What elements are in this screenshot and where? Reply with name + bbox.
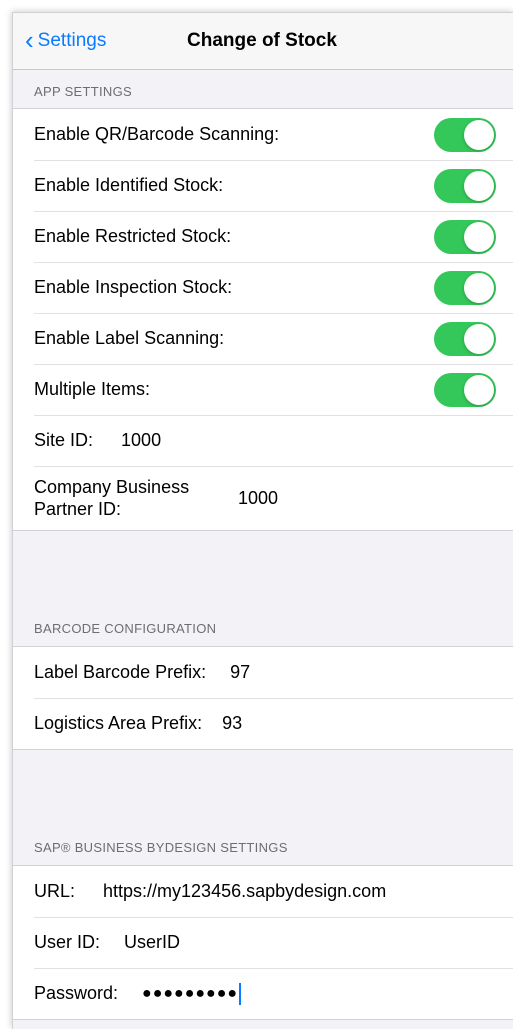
back-label: Settings — [37, 30, 107, 51]
url-field[interactable]: https://my123456.sapbydesign.com — [103, 881, 386, 902]
navigation-bar: ‹ Settings Change of Stock — [13, 13, 513, 70]
row-company-bp-id: Company Business Partner ID: 1000 — [13, 466, 513, 530]
app-settings-group: Enable QR/Barcode Scanning: Enable Ident… — [13, 108, 513, 531]
company-bp-label-line2: Partner ID: — [34, 499, 122, 519]
row-user-id: User ID: UserID — [13, 917, 513, 968]
row-enable-restricted-stock: Enable Restricted Stock: — [13, 211, 513, 262]
row-site-id: Site ID: 1000 — [13, 415, 513, 466]
toggle-label: Enable Identified Stock: — [34, 175, 224, 195]
row-enable-qr-scanning: Enable QR/Barcode Scanning: — [13, 109, 513, 160]
barcode-config-group: Label Barcode Prefix: 97 Logistics Area … — [13, 646, 513, 750]
row-url: URL: https://my123456.sapbydesign.com — [13, 866, 513, 917]
toggle-knob — [464, 273, 494, 303]
section-header-barcode-config: BARCODE CONFIGURATION — [13, 531, 513, 646]
company-bp-id-field[interactable]: 1000 — [238, 488, 278, 509]
sap-settings-group: URL: https://my123456.sapbydesign.com Us… — [13, 865, 513, 1020]
text-cursor — [239, 982, 242, 1005]
toggle-knob — [464, 120, 494, 150]
toggle-enable-label-scanning[interactable] — [434, 322, 496, 356]
url-label: URL: — [34, 881, 76, 901]
label-barcode-prefix-field[interactable]: 97 — [230, 662, 250, 683]
label-barcode-prefix-label: Label Barcode Prefix: — [34, 662, 207, 682]
row-enable-inspection-stock: Enable Inspection Stock: — [13, 262, 513, 313]
toggle-enable-restricted-stock[interactable] — [434, 220, 496, 254]
toggle-knob — [464, 324, 494, 354]
user-id-field[interactable]: UserID — [124, 932, 180, 953]
toggle-enable-inspection-stock[interactable] — [434, 271, 496, 305]
toggle-label: Multiple Items: — [34, 379, 151, 399]
row-enable-label-scanning: Enable Label Scanning: — [13, 313, 513, 364]
toggle-enable-qr-scanning[interactable] — [434, 118, 496, 152]
company-bp-label: Company Business Partner ID: — [34, 476, 224, 520]
section-header-barcode-config-text: BARCODE CONFIGURATION — [34, 621, 217, 636]
password-field[interactable]: ●●●●●●●●● — [142, 982, 242, 1005]
toggle-knob — [464, 171, 494, 201]
chevron-left-icon: ‹ — [25, 25, 34, 55]
row-multiple-items: Multiple Items: — [13, 364, 513, 415]
back-button[interactable]: ‹ Settings — [25, 25, 107, 55]
password-label: Password: — [34, 983, 119, 1003]
toggle-label: Enable Restricted Stock: — [34, 226, 232, 246]
company-bp-label-line1: Company Business — [34, 477, 190, 497]
section-header-sap-settings-text: SAP® BUSINESS BYDESIGN SETTINGS — [34, 840, 288, 855]
row-password: Password: ●●●●●●●●● — [13, 968, 513, 1019]
toggle-multiple-items[interactable] — [434, 373, 496, 407]
toggle-knob — [464, 375, 494, 405]
site-id-label: Site ID: — [34, 430, 94, 450]
row-logistics-area-prefix: Logistics Area Prefix: 93 — [13, 698, 513, 749]
site-id-field[interactable]: 1000 — [121, 430, 161, 451]
toggle-label: Enable QR/Barcode Scanning: — [34, 124, 280, 144]
page-title: Change of Stock — [187, 30, 337, 51]
toggle-label: Enable Inspection Stock: — [34, 277, 233, 297]
section-header-sap-settings: SAP® BUSINESS BYDESIGN SETTINGS — [13, 750, 513, 865]
password-dots: ●●●●●●●●● — [142, 984, 239, 1002]
section-header-app-settings: APP SETTINGS — [34, 84, 132, 99]
user-id-label: User ID: — [34, 932, 101, 952]
toggle-label: Enable Label Scanning: — [34, 328, 225, 348]
logistics-area-prefix-field[interactable]: 93 — [222, 713, 242, 734]
toggle-knob — [464, 222, 494, 252]
row-enable-identified-stock: Enable Identified Stock: — [13, 160, 513, 211]
row-label-barcode-prefix: Label Barcode Prefix: 97 — [13, 647, 513, 698]
app-window: ‹ Settings Change of Stock APP SETTINGS … — [12, 12, 513, 1029]
logistics-area-prefix-label: Logistics Area Prefix: — [34, 713, 203, 733]
toggle-enable-identified-stock[interactable] — [434, 169, 496, 203]
